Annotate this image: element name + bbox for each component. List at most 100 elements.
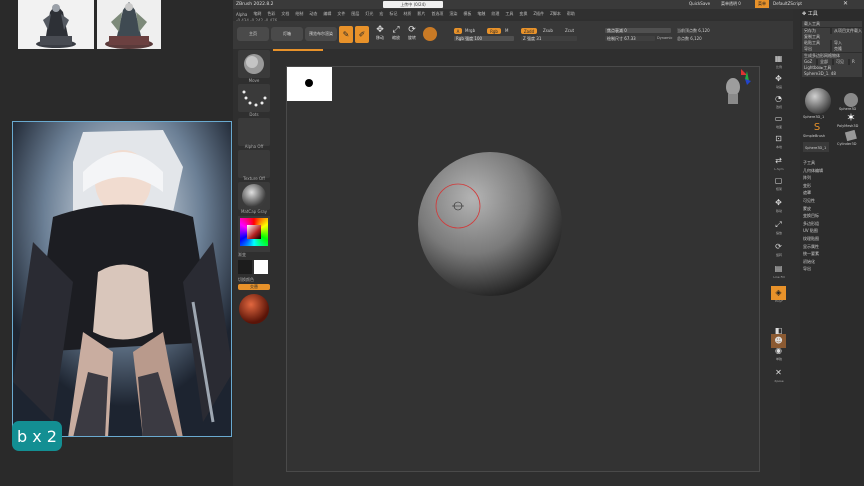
subpalette-item[interactable]: 阵列 [803, 175, 811, 181]
switch-color-label[interactable]: 切换颜色 [238, 277, 270, 283]
menu-item[interactable]: Z插件 [533, 11, 544, 17]
menu-item[interactable]: 文档 [281, 11, 289, 17]
zadd-toggle[interactable]: Zadd [521, 28, 537, 34]
sphere-mesh[interactable] [417, 151, 563, 297]
right-shelf-button[interactable]: ◔ [771, 92, 786, 106]
tool-thumb-current[interactable]: Sphere3D_1 [803, 142, 829, 152]
rgb-intensity-slider[interactable]: Rgb 强度 100 [454, 36, 514, 41]
menu-transparency[interactable]: 菜单透明 0 [721, 1, 741, 7]
brush-selector[interactable] [238, 50, 270, 78]
rotate-button[interactable]: ⟳ 旋转 [405, 25, 419, 43]
menu-item[interactable]: 渲染 [449, 11, 457, 17]
color-wheel[interactable] [240, 218, 268, 246]
menu-item[interactable]: 模板 [463, 11, 471, 17]
dynamic-toggle[interactable]: Dynamic [657, 36, 672, 40]
zsub-toggle[interactable]: Zsub [543, 28, 553, 33]
subpalette-item[interactable]: 显示属性 [803, 244, 819, 250]
right-shelf-button[interactable]: ✥ [771, 72, 786, 86]
menu-item[interactable]: 首选项 [431, 11, 443, 17]
right-shelf-button[interactable]: ▭ [771, 112, 786, 126]
menu-item[interactable]: 材质 [403, 11, 411, 17]
menu-item[interactable]: 笔触 [477, 11, 485, 17]
menu-item[interactable]: 影片 [417, 11, 425, 17]
right-shelf-button[interactable]: ⇄ [771, 154, 786, 168]
quicksave-button[interactable]: QuickSave [689, 1, 710, 6]
menu-item[interactable]: 宏 [379, 11, 383, 17]
subpalette-item[interactable]: 导出 [803, 266, 811, 272]
main-color-swatch[interactable] [254, 260, 268, 274]
tool-palette-row[interactable]: 载入工具 [802, 21, 862, 27]
preview-boolean-button[interactable]: 预览布尔渲染 [305, 27, 337, 41]
z-intensity-slider[interactable]: Z 强度 31 [521, 36, 577, 41]
menu-toggle-button[interactable]: 菜单 [755, 0, 769, 8]
cylinder-thumb-icon[interactable] [843, 128, 859, 142]
color-square[interactable] [247, 225, 261, 239]
material-selector[interactable] [238, 182, 270, 210]
right-shelf-button[interactable]: ⤢ [771, 218, 786, 232]
m-toggle[interactable]: M [505, 28, 508, 33]
right-shelf-button[interactable]: ✕ [771, 366, 786, 380]
subpalette-item[interactable]: UV 贴图 [803, 228, 818, 234]
tool-palette-row[interactable]: Sphere3D_1. 48 [802, 71, 862, 77]
material-preview[interactable] [238, 293, 270, 325]
menu-item[interactable]: Z脚本 [550, 11, 561, 17]
subpalette-item[interactable]: 变形 [803, 183, 811, 189]
menu-item[interactable]: Alpha [236, 12, 247, 17]
subpalette-item[interactable]: 多边形组 [803, 221, 819, 227]
alternate-button[interactable]: 交替 [238, 284, 270, 290]
mrgb-toggle[interactable]: Mrgb [465, 28, 475, 33]
menu-item[interactable]: 编辑 [323, 11, 331, 17]
right-shelf-button[interactable]: ◈ [771, 286, 786, 300]
right-shelf-button[interactable]: ⟳ [771, 240, 786, 254]
document-canvas[interactable] [286, 66, 760, 472]
polymesh-star-icon[interactable]: ✶ [843, 112, 859, 124]
rgb-toggle[interactable]: Rgb [487, 28, 501, 34]
menu-item[interactable]: 帮助 [567, 11, 575, 17]
subpalette-item[interactable]: 统一要素 [803, 251, 819, 257]
right-shelf-button[interactable]: ⊡ [771, 132, 786, 146]
tool-palette-row[interactable]: 克隆 [832, 46, 862, 52]
menu-item[interactable]: 工具 [505, 11, 513, 17]
simplebrush-icon[interactable]: S [809, 122, 825, 134]
menu-item[interactable]: 色彩 [267, 11, 275, 17]
subpalette-item[interactable]: 几何体编辑 [803, 168, 823, 174]
stroke-selector[interactable] [238, 84, 270, 112]
menu-item[interactable]: 变换 [519, 11, 527, 17]
draw-size-slider[interactable]: 绘制尺寸 67.33 [605, 36, 655, 41]
reference-thumbnail-statue-dark[interactable] [18, 0, 94, 49]
tool-thumb-sphere3d-1[interactable] [803, 86, 833, 116]
subpalette-item[interactable]: 遮罩 [803, 190, 811, 196]
menu-item[interactable]: 纹理 [491, 11, 499, 17]
default-zscript-button[interactable]: DefaultZScript [773, 1, 802, 6]
right-shelf-button[interactable]: ▦ [771, 52, 786, 66]
right-shelf-button[interactable]: ✥ [771, 196, 786, 210]
texture-selector[interactable] [238, 150, 270, 178]
a-toggle[interactable]: A [454, 28, 462, 34]
tool-palette-row[interactable]: 导出 [802, 46, 830, 52]
menu-item[interactable]: 文件 [337, 11, 345, 17]
home-button[interactable]: 主页 [237, 27, 269, 41]
tool-thumb-sphere3d[interactable] [843, 92, 859, 108]
polyframe-button[interactable]: ☻ [771, 334, 786, 348]
right-shelf-button[interactable]: ▢ [771, 174, 786, 188]
scale-button[interactable]: ⤢ 缩放 [389, 25, 403, 43]
menu-item[interactable]: 标记 [389, 11, 397, 17]
reference-thumbnail-statue-color[interactable] [97, 0, 161, 49]
orientation-head-gizmo[interactable] [721, 67, 751, 107]
subpalette-item[interactable]: 变换目标 [803, 213, 819, 219]
draw-button[interactable]: ✐ [355, 26, 369, 43]
subpalette-item[interactable]: 可见性 [803, 198, 815, 204]
close-icon[interactable]: ✕ [843, 0, 848, 7]
color-swatch-button[interactable] [423, 27, 437, 41]
menu-item[interactable]: 图层 [351, 11, 359, 17]
menu-item[interactable]: 绘制 [295, 11, 303, 17]
move-button[interactable]: ✥ 移动 [373, 25, 387, 43]
menu-item[interactable]: 动态 [309, 11, 317, 17]
alpha-selector[interactable] [238, 118, 270, 146]
zcut-toggle[interactable]: Zcut [565, 28, 574, 33]
right-shelf-button[interactable]: ▤ [771, 262, 786, 276]
lightbox-button[interactable]: 灯箱 [271, 27, 303, 41]
subpalette-item[interactable]: 子工具 [803, 160, 815, 166]
subpalette-item[interactable]: 纹理贴图 [803, 236, 819, 242]
menu-item[interactable]: 笔刷 [253, 11, 261, 17]
